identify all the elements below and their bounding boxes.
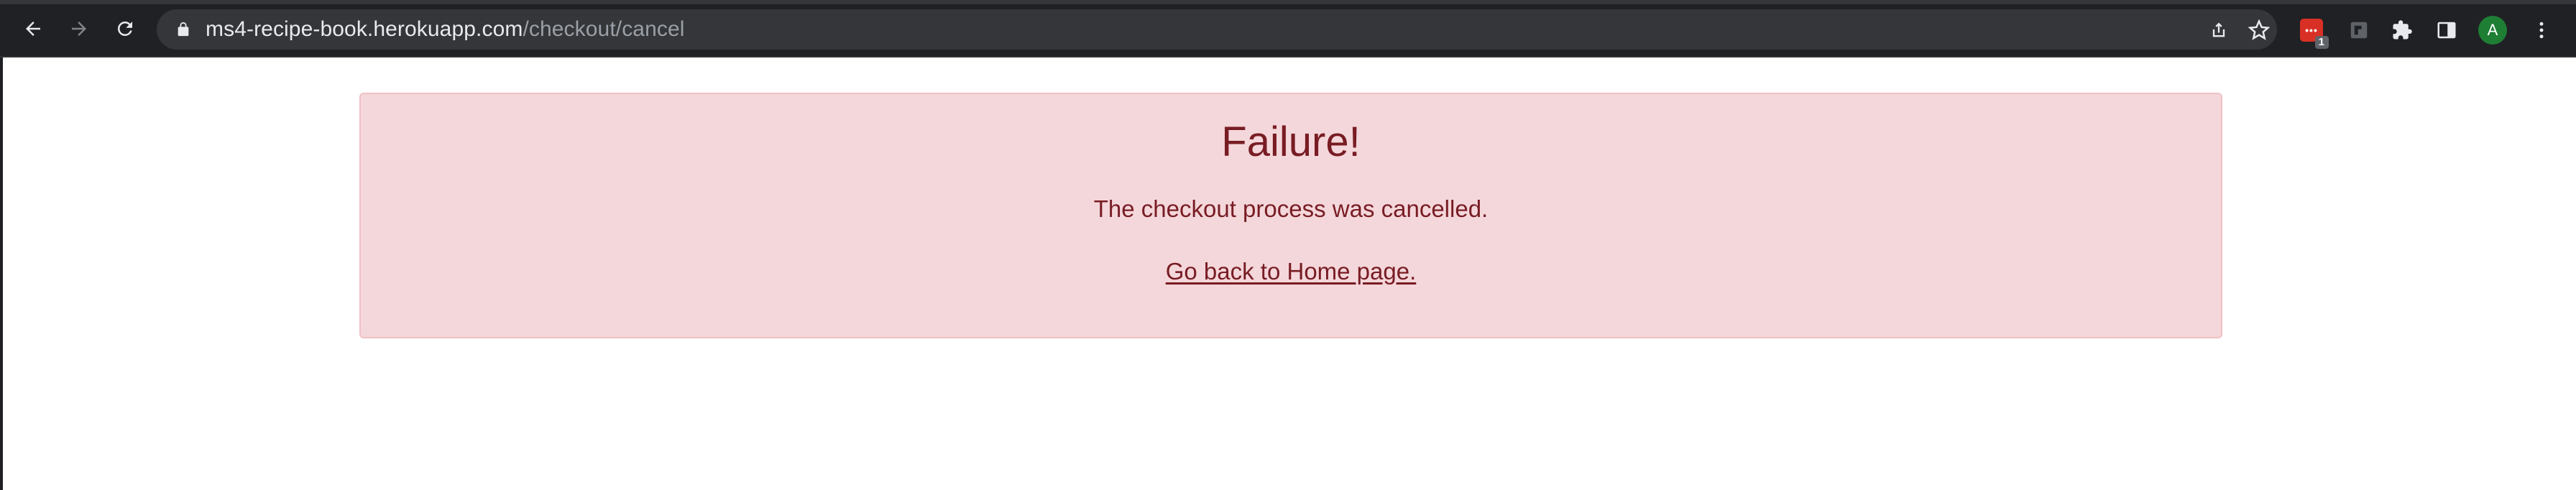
home-link[interactable]: Go back to Home page. xyxy=(1166,258,1417,285)
alert-message: The checkout process was cancelled. xyxy=(1093,195,1489,222)
puzzle-icon xyxy=(2393,20,2412,40)
extensions-button[interactable] xyxy=(2388,16,2416,45)
share-button[interactable] xyxy=(2208,19,2230,41)
side-panel-button[interactable] xyxy=(2432,16,2461,45)
password-extension-icon: ••• 1 xyxy=(2300,19,2329,49)
pin-extension-icon xyxy=(2350,22,2368,39)
bookmark-button[interactable] xyxy=(2248,19,2270,41)
tab-strip-edge xyxy=(0,0,2576,4)
address-bar[interactable]: ms4-recipe-book.herokuapp.com/checkout/c… xyxy=(157,9,2277,50)
password-extension-button[interactable]: ••• 1 xyxy=(2297,16,2329,49)
side-panel-icon xyxy=(2437,22,2456,39)
home-link-container: Go back to Home page. xyxy=(361,256,2221,287)
browser-toolbar: ms4-recipe-book.herokuapp.com/checkout/c… xyxy=(0,0,2576,57)
star-icon xyxy=(2248,19,2270,40)
url-text[interactable]: ms4-recipe-book.herokuapp.com/checkout/c… xyxy=(206,18,685,41)
arrow-right-icon xyxy=(72,22,86,36)
share-icon xyxy=(2212,22,2225,37)
forward-button[interactable] xyxy=(63,13,95,45)
alert-title: Failure! xyxy=(1221,119,1361,165)
kebab-menu-icon xyxy=(2539,22,2544,39)
back-button[interactable] xyxy=(17,13,49,45)
url-host: ms4-recipe-book.herokuapp.com xyxy=(206,17,523,41)
profile-avatar[interactable]: A xyxy=(2478,16,2507,45)
reload-icon xyxy=(117,21,132,36)
browser-menu-button[interactable] xyxy=(2527,16,2556,45)
url-path: /checkout/cancel xyxy=(523,17,685,41)
extension-badge: 1 xyxy=(2314,36,2329,49)
arrow-left-icon xyxy=(26,22,40,36)
pin-extension-button[interactable] xyxy=(2345,16,2373,45)
reload-button[interactable] xyxy=(109,13,141,45)
page-content: Failure! The checkout process was cancel… xyxy=(0,57,2576,490)
failure-alert: Failure! The checkout process was cancel… xyxy=(359,93,2222,338)
lock-icon[interactable] xyxy=(175,22,191,37)
